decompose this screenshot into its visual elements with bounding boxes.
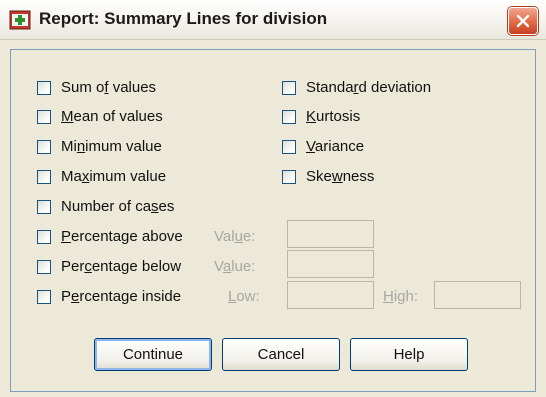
checkbox-box[interactable] [37,170,51,184]
checkbox-label: Kurtosis [306,108,361,125]
checkbox-label: Standard deviation [306,79,432,96]
checkbox-box[interactable] [37,81,51,95]
checkbox-box[interactable] [282,110,296,124]
checkbox-box[interactable] [37,200,51,214]
checkbox-box[interactable] [37,290,51,304]
statistics-options-panel: Sum of values Mean of values Minimum val… [10,49,536,392]
checkbox-box[interactable] [282,140,296,154]
summary-lines-dialog: Report: Summary Lines for division Sum o… [0,0,546,397]
value-input-below[interactable] [287,250,374,278]
checkbox-box[interactable] [37,230,51,244]
checkbox-box[interactable] [37,140,51,154]
help-button[interactable]: Help [350,338,468,371]
checkbox-box[interactable] [282,81,296,95]
window-title: Report: Summary Lines for division [39,9,328,28]
low-input[interactable] [287,281,374,309]
value-label-below: Value: [214,258,256,275]
checkbox-label: Sum of values [61,79,157,96]
value-label-above: Value: [214,228,256,245]
high-input[interactable] [434,281,521,309]
cancel-button[interactable]: Cancel [222,338,340,371]
title-bar[interactable]: Report: Summary Lines for division [0,0,546,40]
checkbox-label: Percentage above [61,228,183,245]
close-icon [516,14,530,28]
checkbox-label: Number of cases [61,198,175,215]
checkbox-box[interactable] [37,260,51,274]
low-label: Low: [228,288,260,305]
checkbox-box[interactable] [282,170,296,184]
checkbox-label: Minimum value [61,138,162,155]
checkbox-label: Percentage inside [61,288,182,305]
checkbox-label: Mean of values [61,108,163,125]
close-button[interactable] [508,7,538,35]
checkbox-label: Maximum value [61,168,167,185]
checkbox-box[interactable] [37,110,51,124]
high-label: High: [383,288,419,305]
spss-report-icon [9,10,31,30]
continue-button[interactable]: Continue [94,338,212,371]
checkbox-label: Variance [306,138,365,155]
checkbox-label: Percentage below [61,258,182,275]
checkbox-label: Skewness [306,168,375,185]
value-input-above[interactable] [287,220,374,248]
